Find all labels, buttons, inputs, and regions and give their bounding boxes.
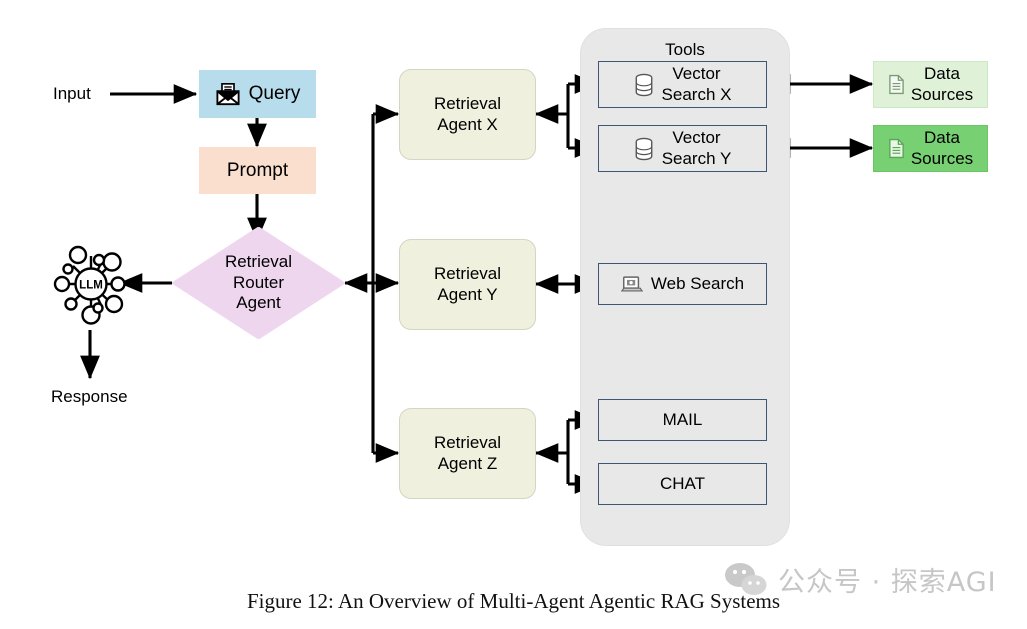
vector-search-x-line2: Search X [661, 84, 732, 104]
vector-search-y-line1: Vector [672, 127, 721, 147]
chat-label: CHAT [659, 473, 705, 493]
data-sources-2-line1: Data [924, 127, 960, 147]
agent-z-line2: Agent Z [437, 453, 498, 473]
router-label-line2: Router [232, 272, 285, 292]
retrieval-router-agent-node[interactable]: Retrieval Router Agent [172, 227, 345, 339]
envelope-mail-icon [215, 82, 241, 106]
vector-search-x-line1: Vector [672, 63, 721, 83]
retrieval-agent-y-node[interactable]: Retrieval Agent Y [399, 239, 536, 330]
data-sources-node-1[interactable]: Data Sources [873, 61, 988, 108]
document-icon [888, 138, 905, 159]
database-icon [634, 73, 654, 97]
chat-tool-node[interactable]: CHAT [598, 463, 767, 505]
data-sources-1-line2: Sources [910, 84, 974, 104]
mail-tool-node[interactable]: MAIL [598, 399, 767, 441]
router-label-line3: Agent [236, 293, 281, 313]
query-node[interactable]: Query [199, 70, 316, 118]
database-icon [634, 137, 654, 161]
llm-network-icon: LLM [52, 238, 130, 330]
prompt-node[interactable]: Prompt [199, 147, 316, 194]
agent-y-line2: Agent Y [437, 284, 498, 304]
llm-icon-label: LLM [79, 280, 103, 292]
data-sources-node-2[interactable]: Data Sources [873, 125, 988, 172]
web-search-label: Web Search [650, 273, 745, 293]
input-label: Input [53, 84, 91, 103]
data-sources-1-line1: Data [924, 63, 960, 83]
vector-search-y-node[interactable]: Vector Search Y [598, 125, 767, 172]
agent-y-line1: Retrieval [433, 263, 502, 283]
diagram-canvas: Tools Input Response LLM Query Prompt Re… [0, 0, 1027, 629]
figure-caption: Figure 12: An Overview of Multi-Agent Ag… [246, 589, 781, 613]
monitor-screen-icon [620, 275, 643, 294]
web-search-node[interactable]: Web Search [598, 263, 767, 305]
vector-search-y-line2: Search Y [661, 148, 732, 168]
response-label: Response [51, 387, 128, 406]
retrieval-agent-x-node[interactable]: Retrieval Agent X [399, 69, 536, 160]
router-label-line1: Retrieval [224, 251, 293, 271]
agent-z-line1: Retrieval [433, 432, 502, 452]
mail-label: MAIL [662, 409, 703, 429]
data-sources-2-line2: Sources [910, 148, 974, 168]
prompt-label: Prompt [226, 159, 289, 181]
document-icon [888, 74, 905, 95]
tools-panel-label: Tools [665, 40, 705, 59]
query-label: Query [248, 83, 301, 105]
vector-search-x-node[interactable]: Vector Search X [598, 61, 767, 108]
agent-x-line2: Agent X [437, 114, 498, 134]
retrieval-agent-z-node[interactable]: Retrieval Agent Z [399, 408, 536, 499]
agent-x-line1: Retrieval [433, 93, 502, 113]
